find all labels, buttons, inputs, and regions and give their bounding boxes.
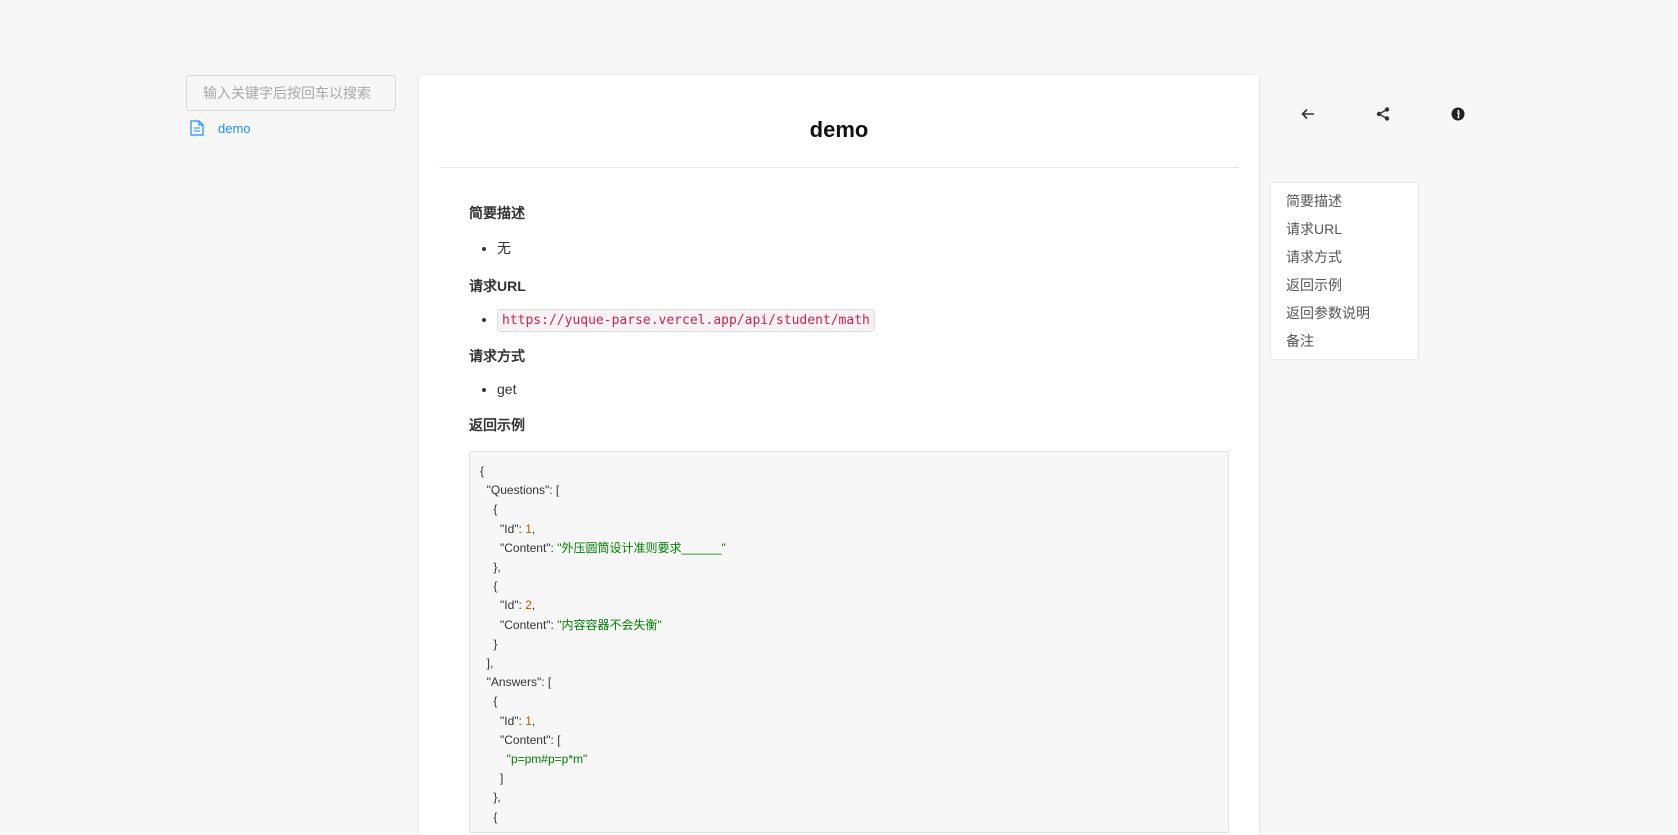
- info-button[interactable]: [1420, 107, 1495, 121]
- description-item: 无: [497, 238, 1229, 258]
- heading-request-method: 请求方式: [469, 348, 525, 364]
- table-of-contents: 简要描述 请求URL 请求方式 返回示例 返回参数说明 备注: [1270, 182, 1419, 360]
- toc-item[interactable]: 返回参数说明: [1286, 303, 1418, 331]
- share-button[interactable]: [1345, 107, 1420, 121]
- sidebar-item-label: demo: [218, 120, 251, 136]
- request-url[interactable]: https://yuque-parse.vercel.app/api/stude…: [497, 309, 875, 332]
- request-method: get: [497, 381, 1229, 397]
- method-list: get: [469, 381, 1229, 397]
- toc-item[interactable]: 备注: [1286, 331, 1418, 359]
- code-string: 外压圆筒设计准则要求______: [561, 540, 722, 555]
- doc-content: 简要描述 无 请求URL https://yuque-parse.vercel.…: [419, 203, 1259, 833]
- heading-response-example: 返回示例: [469, 417, 525, 433]
- sidebar-item-demo[interactable]: demo: [186, 120, 396, 136]
- sidebar: demo: [186, 75, 396, 136]
- document-panel: demo 简要描述 无 请求URL https://yuque-parse.ve…: [419, 75, 1259, 835]
- response-example-code: { "Questions": [ { "Id": 1, "Content": "…: [469, 451, 1229, 833]
- toc-item[interactable]: 返回示例: [1286, 275, 1418, 303]
- toc-item[interactable]: 请求URL: [1286, 219, 1418, 247]
- url-list: https://yuque-parse.vercel.app/api/stude…: [469, 309, 1229, 332]
- info-icon: [1451, 107, 1464, 121]
- heading-request-url: 请求URL: [469, 278, 526, 294]
- action-bar: [1270, 107, 1495, 121]
- toc-item[interactable]: 简要描述: [1286, 191, 1418, 219]
- search-input[interactable]: [186, 75, 396, 111]
- share-icon: [1376, 107, 1389, 121]
- back-button[interactable]: [1270, 107, 1345, 121]
- toc-item[interactable]: 请求方式: [1286, 247, 1418, 275]
- page-title: demo: [809, 117, 869, 142]
- heading-description: 简要描述: [469, 205, 525, 221]
- code-string: p=pm#p=p*m: [510, 752, 583, 767]
- file-text-icon: [190, 120, 204, 136]
- code-string: 内容容器不会失衡: [561, 617, 658, 632]
- title-divider: [439, 167, 1239, 168]
- arrow-left-icon: [1300, 108, 1314, 120]
- description-list: 无: [469, 238, 1229, 258]
